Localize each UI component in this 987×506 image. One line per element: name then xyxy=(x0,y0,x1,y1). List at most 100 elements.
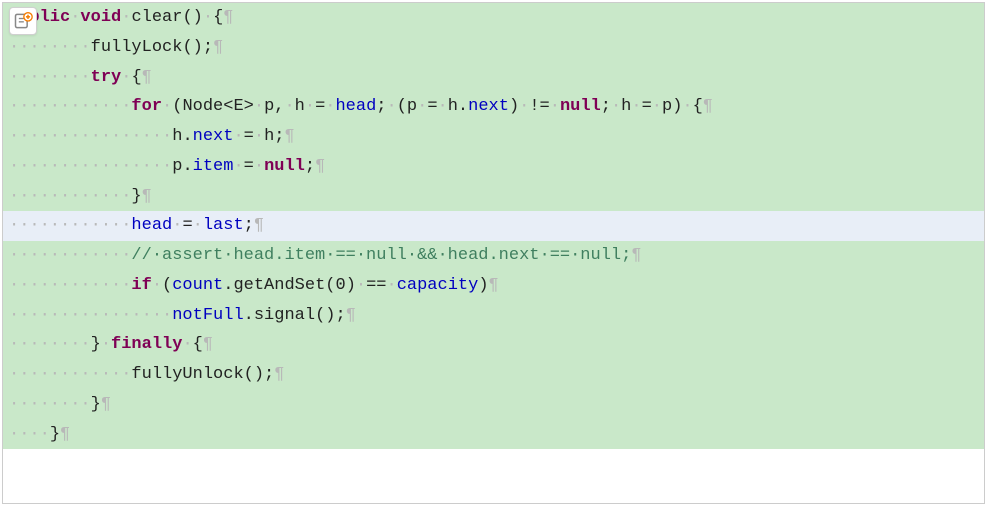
leading-whitespace: ············ xyxy=(9,216,131,235)
token-ws: · xyxy=(550,97,560,116)
token-ws: · xyxy=(162,97,172,116)
token-ws: · xyxy=(233,127,243,146)
token-punct: ; xyxy=(376,97,386,116)
token-punct: { xyxy=(131,68,141,87)
token-ws: · xyxy=(631,97,641,116)
code-line[interactable]: ········}·finally·{¶ xyxy=(3,330,984,360)
token-ws: · xyxy=(152,276,162,295)
token-ws: · xyxy=(193,216,203,235)
token-punct: } xyxy=(91,395,101,414)
token-ident: p xyxy=(407,97,417,116)
token-field: head xyxy=(131,216,172,235)
code-line[interactable]: ················notFull.signal();¶ xyxy=(3,301,984,331)
code-line[interactable]: ············fullyUnlock();¶ xyxy=(3,360,984,390)
token-punct: = xyxy=(642,97,652,116)
token-eol: ¶ xyxy=(203,335,213,354)
token-punct: ( xyxy=(162,276,172,295)
token-ws: · xyxy=(203,8,213,27)
token-eol: ¶ xyxy=(142,187,152,206)
leading-whitespace: ················ xyxy=(9,127,172,146)
code-line[interactable]: ············if·(count.getAndSet(0)·==·ca… xyxy=(3,271,984,301)
add-diff-icon[interactable] xyxy=(9,7,37,35)
code-line[interactable]: ················p.item·=·null;¶ xyxy=(3,152,984,182)
token-method: clear xyxy=(131,8,182,27)
token-method: fullyLock xyxy=(91,38,183,57)
code-line[interactable]: ················h.next·=·h;¶ xyxy=(3,122,984,152)
token-ws: · xyxy=(70,8,80,27)
token-punct: } xyxy=(131,187,141,206)
token-ident: h xyxy=(264,127,274,146)
token-punct: . xyxy=(182,127,192,146)
token-eol: ¶ xyxy=(284,127,294,146)
token-ident: h xyxy=(172,127,182,146)
leading-whitespace: ········ xyxy=(9,395,91,414)
token-punct: ; xyxy=(274,127,284,146)
leading-whitespace: ················ xyxy=(9,306,172,325)
code-line[interactable]: ············}¶ xyxy=(3,182,984,212)
token-kw: null xyxy=(264,157,305,176)
code-line[interactable]: ············//·assert·head.item·==·null·… xyxy=(3,241,984,271)
token-kw: for xyxy=(131,97,162,116)
token-punct: ( xyxy=(397,97,407,116)
token-punct: (); xyxy=(182,38,213,57)
token-ws: · xyxy=(356,276,366,295)
token-punct: < xyxy=(223,97,233,116)
code-line[interactable]: ············head·=·last;¶ xyxy=(3,211,984,241)
token-punct: ) xyxy=(672,97,682,116)
token-eol: ¶ xyxy=(60,425,70,444)
token-ws: · xyxy=(233,157,243,176)
token-ws: · xyxy=(121,68,131,87)
token-ws: · xyxy=(101,335,111,354)
token-field: count xyxy=(172,276,223,295)
code-line[interactable]: ········}¶ xyxy=(3,390,984,420)
token-field: head xyxy=(335,97,376,116)
token-field: next xyxy=(468,97,509,116)
token-punct: { xyxy=(693,97,703,116)
code-line[interactable]: ········fullyLock();¶ xyxy=(3,33,984,63)
code-line[interactable]: ········try·{¶ xyxy=(3,63,984,93)
token-ident: h xyxy=(295,97,305,116)
token-eol: ¶ xyxy=(274,365,284,384)
token-punct: { xyxy=(193,335,203,354)
leading-whitespace: ············ xyxy=(9,187,131,206)
token-punct: . xyxy=(182,157,192,176)
token-punct: (); xyxy=(244,365,275,384)
token-ws: · xyxy=(254,157,264,176)
token-ws: · xyxy=(182,335,192,354)
token-num: 0 xyxy=(335,276,345,295)
leading-whitespace: ········ xyxy=(9,38,91,57)
token-punct: () xyxy=(182,8,202,27)
code-editor[interactable]: ··blic·void·clear()·{¶········fullyLock(… xyxy=(2,2,985,504)
token-type: E xyxy=(233,97,243,116)
leading-whitespace: ········ xyxy=(9,68,91,87)
token-method: signal xyxy=(254,306,315,325)
token-method: getAndSet xyxy=(233,276,325,295)
token-field: notFull xyxy=(172,306,243,325)
code-line[interactable]: ············for·(Node<E>·p,·h·=·head;·(p… xyxy=(3,92,984,122)
token-field: capacity xyxy=(397,276,479,295)
token-ws: · xyxy=(652,97,662,116)
token-punct: = xyxy=(315,97,325,116)
token-punct: ) xyxy=(509,97,519,116)
token-eol: ¶ xyxy=(101,395,111,414)
token-punct: == xyxy=(366,276,386,295)
token-ws: · xyxy=(611,97,621,116)
token-eol: ¶ xyxy=(346,306,356,325)
token-eol: ¶ xyxy=(489,276,499,295)
token-type: Node xyxy=(182,97,223,116)
token-punct: != xyxy=(529,97,549,116)
token-punct: = xyxy=(244,157,254,176)
leading-whitespace: ···· xyxy=(9,425,50,444)
token-ws: · xyxy=(172,216,182,235)
token-punct: = xyxy=(427,97,437,116)
token-ident: p xyxy=(172,157,182,176)
token-field: next xyxy=(193,127,234,146)
code-line[interactable]: ··blic·void·clear()·{¶ xyxy=(3,3,984,33)
token-field: item xyxy=(193,157,234,176)
token-punct: . xyxy=(458,97,468,116)
token-eol: ¶ xyxy=(703,97,713,116)
leading-whitespace: ················ xyxy=(9,157,172,176)
code-line[interactable]: ····}¶ xyxy=(3,420,984,450)
leading-whitespace: ············ xyxy=(9,246,131,265)
token-punct: ; xyxy=(601,97,611,116)
